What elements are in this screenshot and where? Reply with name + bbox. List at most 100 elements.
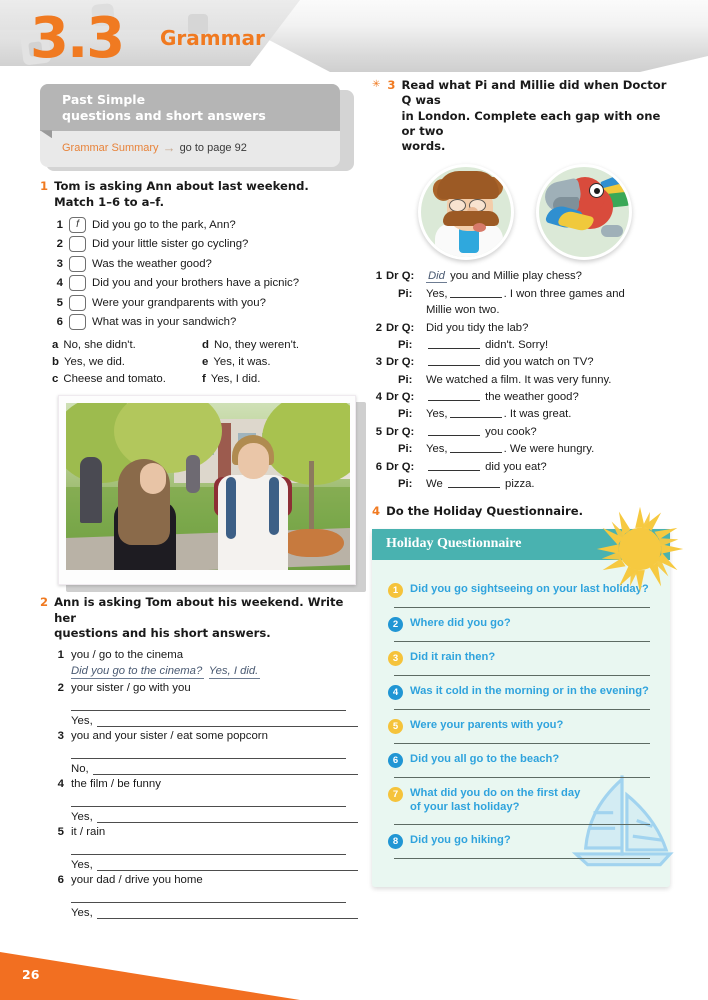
- write-answer-lead: Yes,: [71, 715, 93, 728]
- question-text: Did you go hiking?: [410, 834, 511, 847]
- exercise-3-heading: ✳ 3 Read what Pi and Millie did when Doc…: [372, 78, 678, 154]
- answer-text: No, she didn't.: [63, 339, 136, 352]
- write-item: 2 your sister / go with you Yes,: [56, 680, 358, 728]
- write-question-list: 1 you / go to the cinema Did you go to t…: [56, 647, 358, 920]
- dialogue-speaker: Pi:: [398, 338, 413, 351]
- answer-gap[interactable]: [428, 460, 480, 471]
- dialogue-text: We pizza.: [426, 476, 678, 492]
- write-answer-line[interactable]: [96, 858, 358, 872]
- questionnaire-answer-line[interactable]: [394, 674, 650, 676]
- questionnaire-item: 4 Was it cold in the morning or in the e…: [388, 684, 654, 710]
- write-prompt: 2 your sister / go with you: [56, 680, 358, 694]
- match-row: 1 f Did you go to the park, Ann?: [54, 216, 358, 233]
- match-answer-box[interactable]: [69, 236, 86, 253]
- answer-text: Cheese and tomato.: [63, 373, 166, 386]
- write-answer-lead: Yes,: [71, 811, 93, 824]
- answer-letter: d: [202, 339, 209, 352]
- answer-gap[interactable]: [428, 425, 480, 436]
- answer-gap[interactable]: [428, 338, 480, 349]
- dialogue-number: 5: [375, 425, 382, 438]
- answer-gap[interactable]: [428, 390, 480, 402]
- question-text: What did you do on the first day of your…: [410, 786, 581, 814]
- answer-gap[interactable]: [449, 287, 502, 298]
- write-prompt-text: your sister / go with you: [71, 682, 191, 695]
- answer-gap[interactable]: [449, 442, 502, 454]
- question-number-badge: 6: [388, 752, 403, 768]
- questionnaire-question: 5 Were your parents with you?: [388, 718, 654, 734]
- dialogue-number: [374, 406, 386, 422]
- match-row: 5 Were your grandparents with you?: [54, 294, 358, 311]
- write-answer-line[interactable]: [71, 694, 346, 712]
- questionnaire-question: 3 Did it rain then?: [388, 650, 654, 666]
- dialogue-row: 5 Dr Q: you cook?: [374, 424, 678, 440]
- write-answer-line[interactable]: [96, 714, 358, 728]
- answer-gap[interactable]: [428, 355, 480, 367]
- match-number: 4: [56, 277, 63, 290]
- match-answer-box[interactable]: [69, 255, 86, 272]
- grammar-summary-link[interactable]: Grammar Summary: [62, 142, 159, 154]
- dialogue-lead: Yes,: [426, 287, 448, 300]
- dialogue-tail: did you watch on TV?: [485, 356, 594, 369]
- write-number: 6: [57, 874, 64, 887]
- questionnaire-answer-line[interactable]: [394, 776, 650, 778]
- write-number: 4: [57, 778, 64, 791]
- dialogue-tail: did you eat?: [485, 460, 547, 473]
- dialogue-row: 1 Dr Q: Did you and Millie play chess?: [374, 268, 678, 284]
- match-answer-box[interactable]: [69, 294, 86, 311]
- match-question-text: Did you and your brothers have a picnic?: [92, 277, 300, 290]
- answer-gap[interactable]: [449, 407, 502, 419]
- page-number: 26: [22, 967, 40, 982]
- write-answer-line[interactable]: [92, 762, 358, 776]
- match-row: 2 Did your little sister go cycling?: [54, 236, 358, 253]
- instruction-line-2: questions and his short answers.: [54, 625, 271, 640]
- dialogue-row: 3 Dr Q: did you watch on TV?: [374, 354, 678, 370]
- dialogue-text: We watched a film. It was very funny.: [426, 373, 612, 386]
- dialogue-speaker: Dr Q:: [386, 391, 415, 404]
- left-column: Past Simple questions and short answers …: [40, 84, 366, 928]
- exercise-2-number: 2: [40, 595, 49, 610]
- match-number: 2: [56, 238, 63, 251]
- grammar-page-reference[interactable]: go to page 92: [180, 142, 247, 154]
- answer-letter: c: [52, 373, 59, 386]
- unit-number: 3.3: [30, 6, 125, 71]
- write-item: 5 it / rain Yes,: [56, 824, 358, 872]
- photo-frame: [58, 395, 356, 586]
- questionnaire-answer-line[interactable]: [394, 858, 650, 860]
- instruction-line-1: Read what Pi and Millie did when Doctor …: [401, 78, 667, 108]
- write-number: 2: [57, 682, 64, 695]
- write-answer-line[interactable]: [71, 886, 346, 904]
- write-answer-line[interactable]: [96, 810, 358, 824]
- dialogue-question: you and Millie play chess?: [450, 270, 582, 283]
- question-text: Was it cold in the morning or in the eve…: [410, 684, 649, 697]
- dialogue-text: Yes, . I won three games and Millie won tw…: [426, 286, 678, 319]
- write-answer-line[interactable]: [71, 742, 346, 760]
- questionnaire-answer-line[interactable]: [394, 606, 650, 608]
- grammar-box-header: Past Simple questions and short answers: [40, 84, 340, 132]
- match-question-text: Did your little sister go cycling?: [92, 238, 249, 251]
- match-answer-box[interactable]: [69, 314, 86, 331]
- questionnaire-answer-line[interactable]: [394, 640, 650, 642]
- dialogue-text: didn't. Sorry!: [426, 337, 678, 353]
- write-answer-line[interactable]: [96, 906, 358, 920]
- questionnaire-answer-line[interactable]: [394, 824, 650, 826]
- write-number: 1: [57, 649, 64, 662]
- exercise-1: 1 Tom is asking Ann about last weekend. …: [40, 179, 358, 385]
- dialogue-text: the weather good?: [426, 389, 678, 405]
- match-question-list: 1 f Did you go to the park, Ann? 2 Did y…: [54, 216, 358, 331]
- photo-backpack-strap: [269, 477, 279, 536]
- photo-girl-face: [140, 463, 166, 495]
- photo-flowerbed: [280, 529, 344, 558]
- write-prompt: 3 you and your sister / eat some popcorn: [56, 728, 358, 742]
- questionnaire-answer-line[interactable]: [394, 708, 650, 710]
- write-answer-line[interactable]: [71, 838, 346, 856]
- answer-gap[interactable]: [447, 477, 500, 488]
- question-number-badge: 4: [388, 684, 403, 700]
- dialogue-tail: . I won three games and: [503, 287, 625, 300]
- match-answer-box[interactable]: f: [69, 216, 86, 233]
- dialogue-number: [374, 286, 386, 319]
- write-prompt-text: you and your sister / eat some popcorn: [71, 730, 268, 743]
- questionnaire-answer-line[interactable]: [394, 742, 650, 744]
- match-answer-box[interactable]: [69, 275, 86, 292]
- write-answer-line[interactable]: [71, 790, 346, 808]
- parrot-feet-icon: [601, 225, 623, 238]
